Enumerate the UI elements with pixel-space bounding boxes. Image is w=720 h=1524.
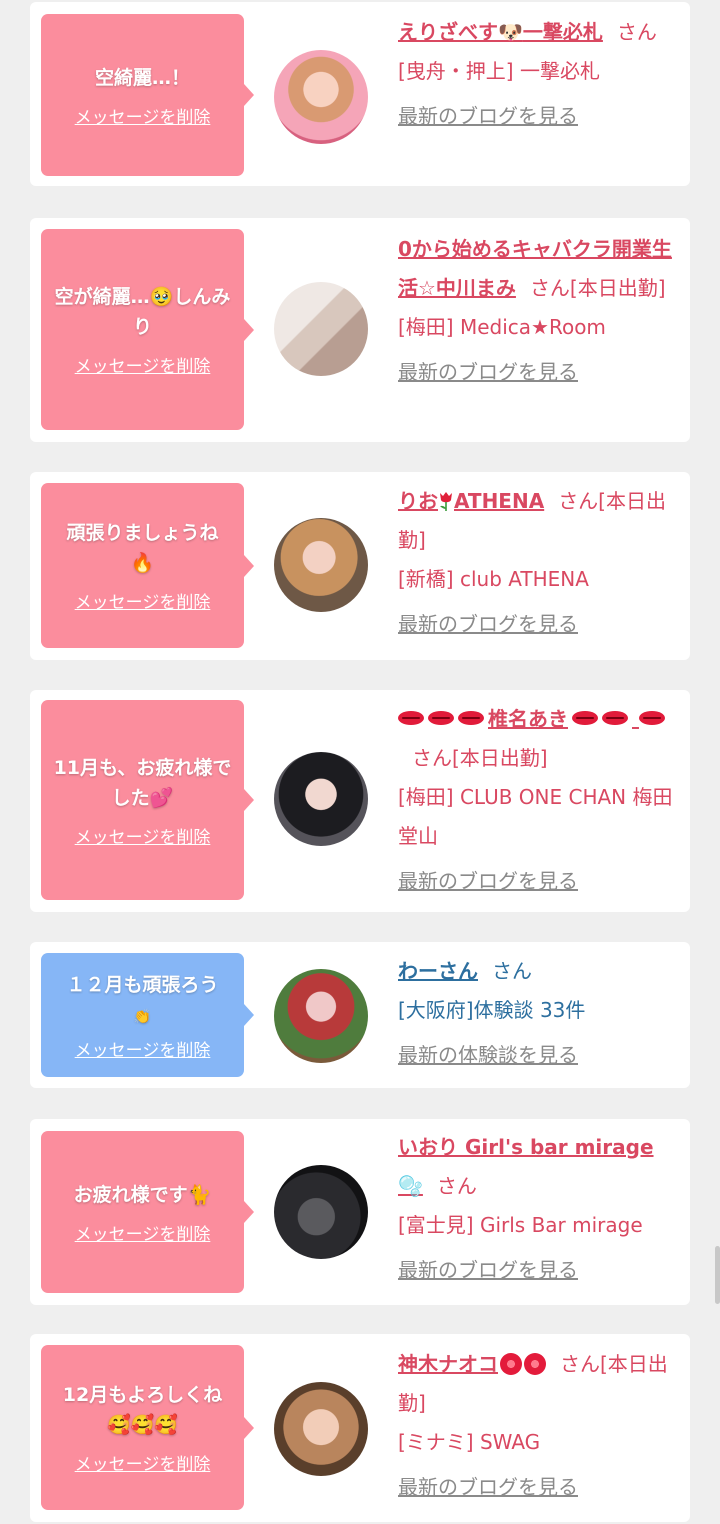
latest-review-link[interactable]: 最新の体験談を見る bbox=[398, 1036, 684, 1075]
delete-message-link[interactable]: メッセージを削除 bbox=[53, 1036, 232, 1061]
message-bubble: お疲れ様です🐈 メッセージを削除 bbox=[41, 1131, 254, 1293]
profile-info: りお ATHENA さん[本日出勤] [新橋] club ATHENA 最新のブログ… bbox=[398, 482, 684, 644]
profile-info: えりざべす🐶一撃必札 さん [曳舟・押上] 一撃必札 最新のブログを見る bbox=[398, 13, 684, 136]
honorific-text: さん[本日出勤] bbox=[529, 276, 666, 300]
lips-icon bbox=[638, 711, 665, 725]
teary-face-emoji-icon: 🥹 bbox=[149, 286, 174, 308]
avatar[interactable] bbox=[274, 282, 368, 376]
message-card: 12月もよろしくね 🥰🥰🥰 メッセージを削除 神木ナオコ さん[本日出勤] [ミナミ… bbox=[30, 1334, 690, 1522]
message-card: 11月も、お疲れ様でした💕 メッセージを削除 椎名あき さん[本日出勤] [梅田… bbox=[30, 690, 690, 912]
fire-emoji-icon: 🔥 bbox=[130, 552, 155, 574]
shop-text: [ミナミ] SWAG bbox=[398, 1430, 541, 1454]
message-text: １２月も頑張ろう 👏 bbox=[53, 970, 232, 1032]
message-part: 11月も、お疲れ様でした bbox=[53, 756, 232, 809]
lips-icon bbox=[602, 711, 628, 725]
honorific-text: さん bbox=[436, 1174, 477, 1198]
message-bubble: 12月もよろしくね 🥰🥰🥰 メッセージを削除 bbox=[41, 1345, 254, 1510]
rose-icon bbox=[500, 1353, 522, 1375]
avatar[interactable] bbox=[274, 969, 368, 1063]
profile-info: 0から始めるキャバクラ開業生活☆中川まみ さん[本日出勤] [梅田] Medica… bbox=[398, 230, 684, 392]
honorific-text: さん bbox=[492, 959, 532, 983]
profile-name-link[interactable]: りお ATHENA bbox=[398, 489, 544, 513]
latest-blog-link[interactable]: 最新のブログを見る bbox=[398, 605, 684, 644]
message-text: 12月もよろしくね 🥰🥰🥰 bbox=[53, 1380, 232, 1440]
message-part: 空が綺麗… bbox=[54, 286, 150, 308]
delete-message-link[interactable]: メッセージを削除 bbox=[53, 1450, 232, 1475]
profile-name-link[interactable]: 神木ナオコ bbox=[398, 1352, 546, 1376]
latest-blog-link[interactable]: 最新のブログを見る bbox=[398, 862, 684, 901]
dog-emoji-icon: 🐶 bbox=[498, 20, 523, 44]
shop-text: [大阪府]体験談 33件 bbox=[398, 998, 586, 1022]
name-tail-text: 一撃必札 bbox=[522, 20, 603, 44]
message-text: 11月も、お疲れ様でした💕 bbox=[53, 753, 232, 813]
message-bubble: 11月も、お疲れ様でした💕 メッセージを削除 bbox=[41, 700, 254, 900]
shop-text: [梅田] Medica★Room bbox=[398, 315, 606, 339]
message-part: 頑張りましょうね bbox=[66, 522, 219, 544]
avatar[interactable] bbox=[274, 752, 368, 846]
message-part: １２月も頑張ろう bbox=[66, 973, 219, 996]
message-card: 空綺麗…！ メッセージを削除 えりざべす🐶一撃必札 さん [曳舟・押上] 一撃必札… bbox=[30, 2, 690, 186]
latest-blog-link[interactable]: 最新のブログを見る bbox=[398, 1468, 684, 1507]
name-text: ATHENA bbox=[454, 489, 545, 513]
message-card: お疲れ様です🐈 メッセージを削除 いおり Girl's bar mirage 🫧 さ… bbox=[30, 1119, 690, 1305]
scrollbar[interactable] bbox=[715, 1246, 720, 1304]
name-text: 神木ナオコ bbox=[398, 1352, 498, 1376]
avatar[interactable] bbox=[274, 50, 368, 144]
cat-emoji-icon: 🐈 bbox=[187, 1183, 212, 1206]
profile-name-link[interactable]: 椎名あき bbox=[398, 707, 669, 731]
lips-icon bbox=[458, 711, 484, 725]
message-text: お疲れ様です🐈 bbox=[53, 1180, 232, 1210]
name-text: 椎名あき bbox=[488, 707, 568, 731]
shop-text: [新橋] club ATHENA bbox=[398, 567, 589, 591]
delete-message-link[interactable]: メッセージを削除 bbox=[53, 588, 232, 613]
lips-icon bbox=[572, 711, 598, 725]
profile-name-link[interactable]: えりざべす🐶一撃必札 bbox=[398, 20, 603, 44]
name-text: りお bbox=[398, 489, 438, 513]
message-bubble: １２月も頑張ろう 👏 メッセージを削除 bbox=[41, 953, 254, 1077]
avatar[interactable] bbox=[274, 1165, 368, 1259]
profile-info: 椎名あき さん[本日出勤] [梅田] CLUB ONE CHAN 梅田堂山 最新… bbox=[398, 700, 684, 901]
message-bubble: 頑張りましょうね 🔥 メッセージを削除 bbox=[41, 483, 254, 648]
profile-info: わーさん さん [大阪府]体験談 33件 最新の体験談を見る bbox=[398, 952, 684, 1075]
name-text: えりざべす bbox=[398, 20, 498, 44]
shop-text: [富士見] Girls Bar mirage bbox=[398, 1213, 643, 1237]
avatar[interactable] bbox=[274, 518, 368, 612]
latest-blog-link[interactable]: 最新のブログを見る bbox=[398, 353, 684, 392]
bubbles-emoji-icon: 🫧 bbox=[398, 1174, 423, 1198]
clapping-hands-emoji-icon: 👏 bbox=[133, 1008, 152, 1025]
message-card: １２月も頑張ろう 👏 メッセージを削除 わーさん さん [大阪府]体験談 33件 最… bbox=[30, 942, 690, 1088]
honorific-text: さん bbox=[616, 20, 657, 44]
shop-text: [曳舟・押上] 一撃必札 bbox=[398, 59, 600, 83]
latest-blog-link[interactable]: 最新のブログを見る bbox=[398, 97, 684, 136]
message-bubble: 空綺麗…！ メッセージを削除 bbox=[41, 14, 254, 176]
delete-message-link[interactable]: メッセージを削除 bbox=[53, 823, 232, 848]
latest-blog-link[interactable]: 最新のブログを見る bbox=[398, 1251, 684, 1290]
delete-message-link[interactable]: メッセージを削除 bbox=[53, 103, 232, 128]
profile-info: いおり Girl's bar mirage 🫧 さん [富士見] Girls Bar… bbox=[398, 1128, 684, 1290]
message-card: 空が綺麗…🥹しんみり メッセージを削除 0から始めるキャバクラ開業生活☆中川まみ… bbox=[30, 218, 690, 442]
avatar[interactable] bbox=[274, 1382, 368, 1476]
honorific-text: さん[本日出勤] bbox=[412, 746, 548, 770]
delete-message-link[interactable]: メッセージを削除 bbox=[53, 1220, 232, 1245]
message-text: 空が綺麗…🥹しんみり bbox=[53, 282, 232, 342]
profile-info: 神木ナオコ さん[本日出勤] [ミナミ] SWAG 最新のブログを見る bbox=[398, 1345, 684, 1507]
lips-icon bbox=[428, 711, 454, 725]
tulip-icon bbox=[440, 492, 452, 511]
lips-icon bbox=[398, 711, 424, 725]
hearts-emoji-icon: 💕 bbox=[149, 786, 174, 809]
delete-message-link[interactable]: メッセージを削除 bbox=[53, 352, 232, 377]
rose-icon bbox=[524, 1353, 546, 1375]
message-bubble: 空が綺麗…🥹しんみり メッセージを削除 bbox=[41, 229, 254, 430]
message-part: お疲れ様です bbox=[73, 1183, 188, 1206]
message-text: 頑張りましょうね 🔥 bbox=[53, 518, 232, 578]
message-text: 空綺麗…！ bbox=[94, 66, 190, 89]
shop-text: [梅田] CLUB ONE CHAN 梅田堂山 bbox=[398, 785, 673, 848]
name-text: いおり Girl's bar mirage bbox=[398, 1135, 654, 1159]
message-part: 12月もよろしくね bbox=[62, 1384, 223, 1406]
smiling-hearts-emoji-icon: 🥰🥰🥰 bbox=[107, 1414, 178, 1436]
profile-name-link[interactable]: わーさん bbox=[398, 959, 478, 983]
message-card: 頑張りましょうね 🔥 メッセージを削除 りお ATHENA さん[本日出勤] [新橋]… bbox=[30, 472, 690, 660]
